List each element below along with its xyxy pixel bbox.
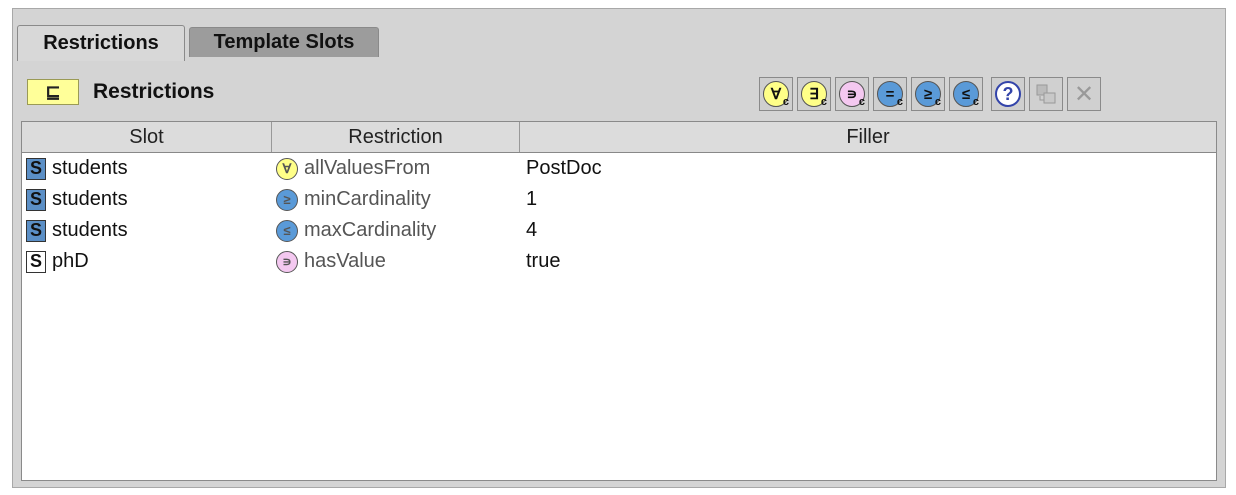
filler-cell: true: [526, 250, 561, 272]
min-cardinality-icon: ≥: [276, 188, 298, 211]
header-title: Restrictions: [93, 80, 215, 103]
restrictions-table: Slot Restriction Filler S students ∀ all…: [21, 121, 1217, 481]
class-subscript: c: [782, 96, 789, 108]
class-subscript: c: [896, 96, 903, 108]
all-values-from-icon: ∀: [276, 157, 298, 180]
restriction-name: minCardinality: [304, 188, 431, 210]
filler-cell: PostDoc: [526, 157, 602, 179]
has-value-button[interactable]: ∍ c: [835, 77, 869, 111]
slot-name: students: [52, 219, 128, 241]
slot-name: students: [52, 188, 128, 210]
restriction-cell: ≤ maxCardinality: [272, 219, 520, 242]
create-restriction-icon: [1036, 84, 1056, 104]
slot-cell: S students: [22, 188, 272, 211]
class-subscript: c: [820, 96, 827, 108]
cardinality-button[interactable]: = c: [873, 77, 907, 111]
filler-cell: 4: [526, 219, 538, 241]
tab-template-slots[interactable]: Template Slots: [189, 27, 379, 57]
filler-cell: 1: [526, 188, 538, 210]
restriction-name: maxCardinality: [304, 219, 437, 241]
subclass-icon: ⊑: [27, 79, 79, 105]
max-cardinality-icon: ≤: [276, 219, 298, 242]
create-restriction-button[interactable]: [1029, 77, 1063, 111]
class-subscript: c: [934, 96, 941, 108]
table-row[interactable]: S students ∀ allValuesFrom PostDoc: [22, 153, 1216, 184]
slot-name: students: [52, 157, 128, 179]
class-subscript: c: [972, 96, 979, 108]
table-row[interactable]: S students ≤ maxCardinality 4: [22, 215, 1216, 246]
restriction-name: allValuesFrom: [304, 157, 431, 179]
delete-button[interactable]: ✕: [1067, 77, 1101, 111]
restriction-cell: ∀ allValuesFrom: [272, 157, 520, 180]
column-header-slot[interactable]: Slot: [22, 122, 272, 152]
restrictions-panel: Restrictions Template Slots ⊑ Restrictio…: [12, 8, 1226, 488]
close-icon: ✕: [1073, 80, 1095, 108]
slot-icon: S: [26, 188, 46, 211]
restriction-cell: ≥ minCardinality: [272, 188, 520, 211]
restriction-toolbar: ∀ c ∃ c ∍ c = c ≥ c ≤ c ? ✕: [755, 75, 1101, 113]
column-header-restriction[interactable]: Restriction: [272, 122, 520, 152]
help-icon: ?: [995, 81, 1021, 107]
restriction-cell: ∍ hasValue: [272, 250, 520, 273]
table-row[interactable]: S students ≥ minCardinality 1: [22, 184, 1216, 215]
all-values-from-button[interactable]: ∀ c: [759, 77, 793, 111]
slot-cell: S phD: [22, 250, 272, 273]
class-subscript: c: [858, 96, 865, 108]
tab-restrictions[interactable]: Restrictions: [17, 25, 185, 61]
slot-icon: S: [26, 219, 46, 242]
table-header: Slot Restriction Filler: [22, 122, 1216, 153]
max-cardinality-button[interactable]: ≤ c: [949, 77, 983, 111]
table-row[interactable]: S phD ∍ hasValue true: [22, 246, 1216, 277]
slot-name: phD: [52, 250, 89, 272]
help-button[interactable]: ?: [991, 77, 1025, 111]
column-header-filler[interactable]: Filler: [520, 122, 1216, 152]
some-values-from-button[interactable]: ∃ c: [797, 77, 831, 111]
restrictions-header: ⊑ Restrictions: [27, 77, 214, 107]
slot-icon: S: [26, 157, 46, 180]
slot-icon: S: [26, 250, 46, 273]
restriction-name: hasValue: [304, 250, 386, 272]
slot-cell: S students: [22, 157, 272, 180]
has-value-icon: ∍: [276, 250, 298, 273]
min-cardinality-button[interactable]: ≥ c: [911, 77, 945, 111]
slot-cell: S students: [22, 219, 272, 242]
